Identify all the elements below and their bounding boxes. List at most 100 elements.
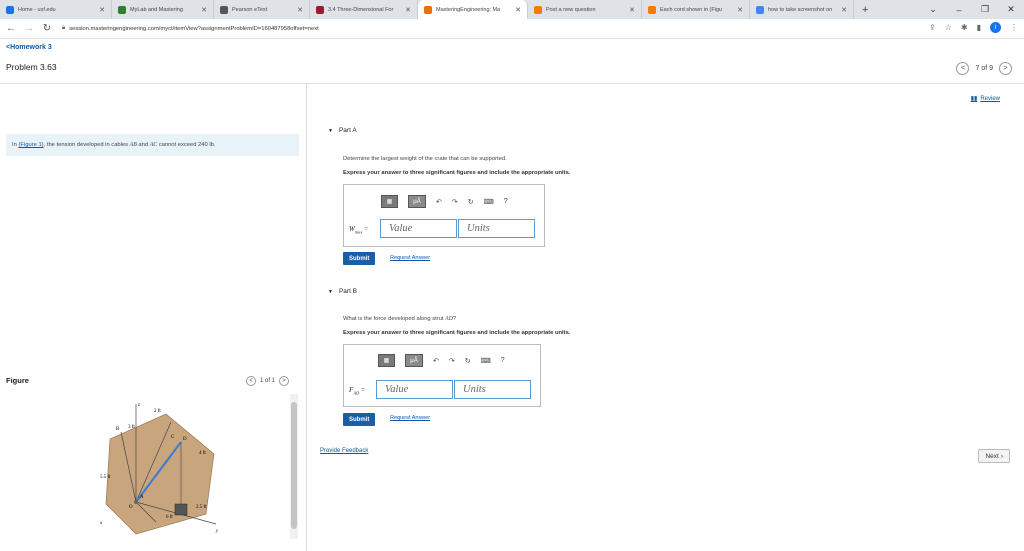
part-b-question-suffix: ? [452, 316, 457, 322]
part-a-header[interactable]: ▼ Part A [328, 127, 357, 134]
browser-tab[interactable]: Pearson eText ✕ [214, 0, 310, 19]
label-x: x [99, 521, 103, 526]
reset-icon[interactable]: ↻ [465, 357, 471, 365]
browser-tab[interactable]: Post a new question ✕ [528, 0, 642, 19]
undo-icon[interactable]: ↶ [433, 357, 439, 365]
extension-icon[interactable]: ✱ [961, 23, 968, 32]
part-a-request-answer-link[interactable]: Request Answer [390, 255, 430, 261]
label-3ft: 3 ft [128, 425, 135, 430]
browser-tab[interactable]: MasteringEngineering: Ma ✕ [418, 0, 528, 19]
statement-text-c: cannot exceed 240 lb. [158, 142, 216, 148]
figure-scrollbar[interactable] [290, 394, 298, 539]
keyboard-icon[interactable]: ⌨ [481, 357, 491, 365]
tab-favicon-icon [220, 5, 228, 14]
figure-pager: < 1 of 1 > [246, 376, 290, 386]
tab-close-icon[interactable]: ✕ [201, 6, 207, 14]
figure-link[interactable]: (Figure 1) [18, 142, 43, 148]
tab-close-icon[interactable]: ✕ [737, 6, 743, 14]
undo-icon[interactable]: ↶ [436, 198, 442, 206]
reload-icon[interactable]: ↻ [40, 23, 54, 34]
units-button[interactable]: μÅ [408, 195, 426, 208]
browser-tab-bar: Home - usf.edu ✕ MyLab and Mastering ✕ Pears… [0, 0, 1024, 19]
review-label: Review [980, 95, 1000, 102]
part-b-var-sub: AD [353, 390, 360, 396]
part-b-units-input[interactable]: Units [454, 380, 531, 399]
tab-close-icon[interactable]: ✕ [99, 6, 105, 14]
next-label: Next [985, 452, 999, 460]
address-bar: ← → ↻ 🔒︎ session.masteringengineering.co… [0, 19, 1024, 39]
browser-tab[interactable]: how to take screenshot on ✕ [750, 0, 854, 19]
star-icon[interactable]: ☆ [945, 23, 952, 32]
window-controls: ⌄ – ❐ ✕ [920, 0, 1024, 19]
crate [174, 503, 188, 516]
redo-icon[interactable]: ↷ [452, 198, 458, 206]
figure-next-button[interactable]: > [279, 376, 290, 386]
part-a-submit-button[interactable]: Submit [343, 252, 376, 265]
part-a-question: Determine the largest weight of the crat… [343, 156, 507, 162]
tab-close-icon[interactable]: ✕ [405, 6, 411, 14]
part-a-var-sub: max [354, 229, 363, 235]
back-arrow-icon[interactable]: ← [4, 23, 18, 34]
tab-label: Home - usf.edu [18, 6, 56, 13]
figure-image: 2 ft 3 ft 4 ft 5.5 ft 2.5 ft 6 ft A B C … [96, 394, 296, 539]
figure-scroll-thumb[interactable] [291, 402, 297, 529]
redo-icon[interactable]: ↷ [449, 357, 455, 365]
tab-close-icon[interactable]: ✕ [629, 6, 635, 14]
previous-problem-button[interactable]: < [956, 62, 970, 75]
browser-tab[interactable]: Home - usf.edu ✕ [0, 0, 112, 19]
figure-prev-button[interactable]: < [246, 376, 256, 386]
part-a-equals: = [364, 225, 369, 233]
profile-avatar[interactable]: l [990, 22, 1001, 33]
forward-arrow-icon[interactable]: → [22, 23, 36, 34]
menu-dots-icon[interactable]: ⋮ [1010, 23, 1018, 32]
part-b-header[interactable]: ▼ Part B [328, 288, 357, 295]
reset-icon[interactable]: ↻ [468, 198, 474, 206]
next-button[interactable]: Next › [978, 449, 1010, 463]
tab-favicon-icon [534, 5, 542, 14]
tab-search-icon[interactable]: ⌄ [920, 4, 946, 15]
statement-var-ab: AB [129, 142, 137, 148]
wall-plane [105, 413, 215, 535]
tab-favicon-icon [424, 5, 432, 14]
browser-tab[interactable]: MyLab and Mastering ✕ [112, 0, 214, 19]
close-window-button[interactable]: ✕ [998, 4, 1024, 15]
restore-button[interactable]: ❐ [972, 4, 998, 15]
label-d: D [183, 437, 187, 442]
tab-favicon-icon [756, 5, 764, 14]
part-b-value-input[interactable]: Value [376, 380, 453, 399]
part-b-title: Part B [338, 288, 358, 295]
url-text: session.masteringengineering.com/myct/it… [69, 25, 319, 32]
part-b-request-answer-link[interactable]: Request Answer [390, 415, 430, 421]
help-icon[interactable]: ? [504, 198, 508, 205]
part-b-equals: = [361, 386, 365, 394]
part-b-submit-button[interactable]: Submit [343, 413, 376, 426]
share-icon[interactable]: ⇪ [929, 23, 936, 32]
templates-button[interactable]: ▦ [378, 354, 395, 367]
tab-close-icon[interactable]: ✕ [297, 6, 303, 14]
templates-button[interactable]: ▦ [381, 195, 398, 208]
part-a-value-input[interactable]: Value [380, 219, 457, 238]
tab-close-icon[interactable]: ✕ [841, 6, 847, 14]
url-field[interactable]: 🔒︎ session.masteringengineering.com/myct… [62, 25, 319, 32]
units-button[interactable]: μÅ [405, 354, 423, 367]
next-problem-button[interactable]: > [999, 62, 1012, 75]
tab-close-icon[interactable]: ✕ [515, 6, 521, 14]
label-2-5ft: 2.5 ft [196, 505, 207, 510]
part-a-variable: Wmax = [349, 225, 368, 234]
sidebar-icon[interactable]: ▮ [977, 23, 981, 32]
browser-tab[interactable]: Each cord shown in (Figu ✕ [642, 0, 750, 19]
part-a-units-input[interactable]: Units [458, 219, 535, 238]
new-tab-button[interactable]: + [854, 4, 876, 16]
help-icon[interactable]: ? [501, 357, 505, 364]
problem-pager-text: 7 of 9 [975, 65, 993, 72]
tab-label: MyLab and Mastering [130, 6, 183, 13]
browser-tab[interactable]: 3.4 Three-Dimensional For ✕ [310, 0, 418, 19]
minimize-button[interactable]: – [946, 5, 972, 15]
homework-back-link[interactable]: <Homework 3 [6, 44, 52, 51]
review-link[interactable]: ▮▮ Review [971, 95, 1000, 103]
keyboard-icon[interactable]: ⌨ [484, 198, 494, 206]
tab-label: Post a new question [546, 6, 596, 13]
provide-feedback-link[interactable]: Provide Feedback [320, 448, 368, 454]
point-a-marker [134, 500, 138, 504]
tab-label: Pearson eText [232, 6, 268, 13]
